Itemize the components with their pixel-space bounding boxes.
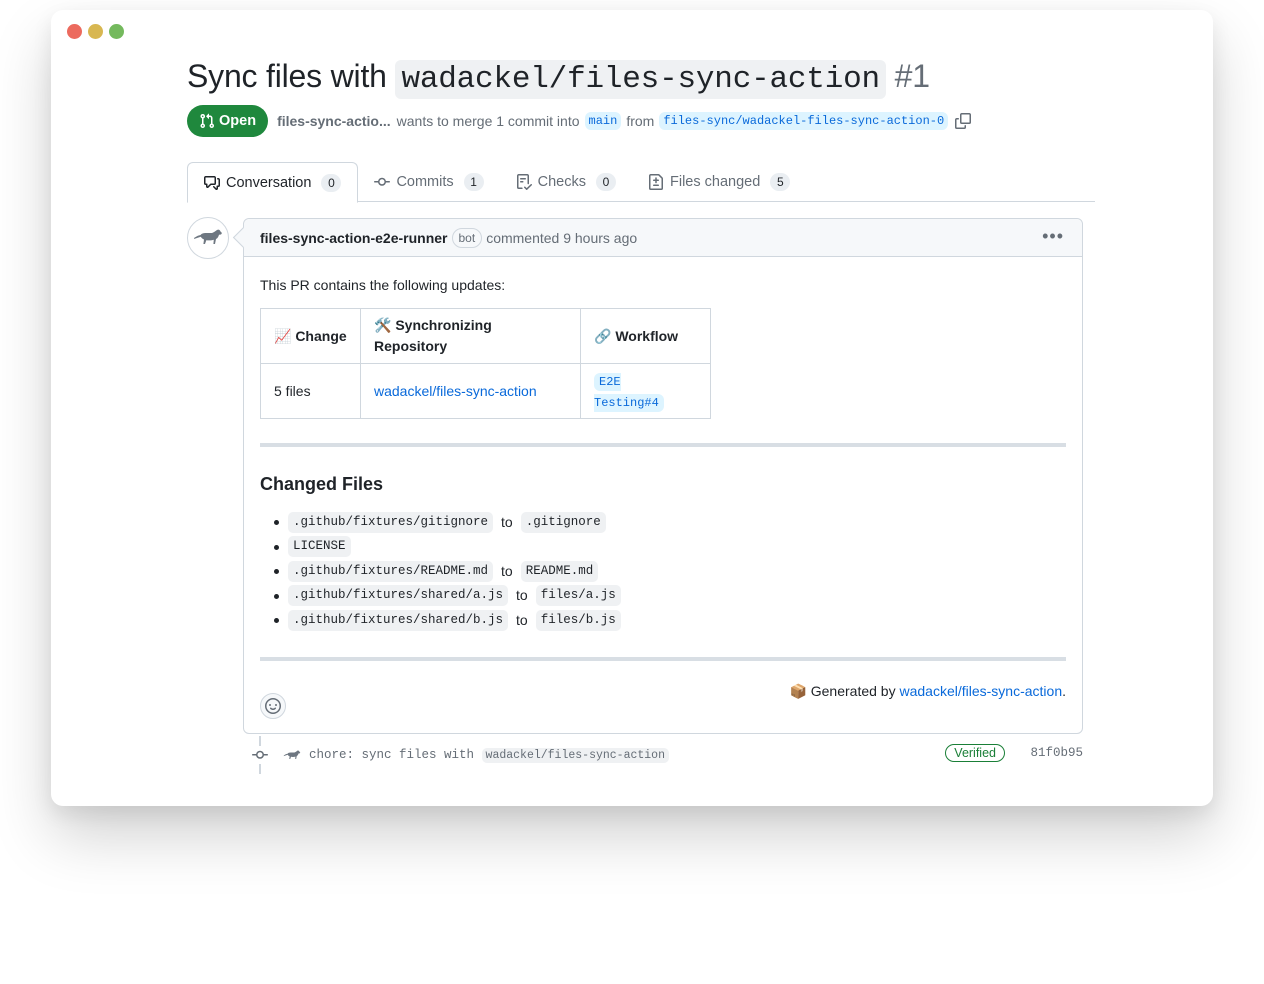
pr-number: #1 (894, 58, 930, 94)
status-label: Open (219, 113, 257, 129)
tab-label: Conversation (226, 174, 312, 191)
window-controls (67, 24, 124, 39)
dachshund-icon (194, 229, 222, 244)
commit-row: chore: sync files with wadackel/files-sy… (251, 744, 1083, 766)
to-word: to (501, 513, 513, 530)
comment-author-link[interactable]: files-sync-action-e2e-runner (260, 230, 448, 246)
comment-timestamp[interactable]: commented 9 hours ago (486, 230, 637, 246)
pr-tabs: Conversation 0 Commits 1 Checks 0 Files … (187, 162, 1095, 203)
commit-message-code: wadackel/files-sync-action (481, 748, 669, 763)
copy-icon[interactable] (955, 113, 972, 129)
to-word: to (501, 562, 513, 579)
comment-box: files-sync-action-e2e-runner bot comment… (243, 218, 1083, 734)
generated-prefix: 📦 Generated by (789, 682, 900, 699)
table-row: 5 files wadackel/files-sync-action E2E T… (260, 363, 711, 419)
workflow-link[interactable]: E2E Testing#4 (594, 373, 664, 412)
generated-by-link[interactable]: wadackel/files-sync-action (899, 683, 1062, 699)
bot-badge: bot (451, 227, 483, 248)
tab-label: Files changed (670, 174, 761, 190)
divider (260, 656, 1066, 661)
comment-discussion-icon (204, 175, 220, 190)
comment-intro: This PR contains the following updates: (260, 277, 506, 293)
pr-meta: Open files-sync-actio... wants to merge … (187, 105, 972, 137)
file-source: .github/fixtures/README.md (288, 560, 494, 582)
file-source: LICENSE (288, 536, 351, 558)
changed-files-list: .github/fixtures/gitignore to .gitignore L… (260, 510, 1066, 633)
head-branch-link[interactable]: files-sync/wadackel-files-sync-action-0 (659, 112, 949, 130)
table-cell-change: 5 files (260, 363, 361, 419)
git-pull-request-icon (200, 113, 215, 129)
list-item: .github/fixtures/gitignore to .gitignore (274, 510, 1066, 535)
tab-counter: 0 (596, 173, 616, 191)
generated-by: 📦 Generated by wadackel/files-sync-actio… (260, 681, 1066, 702)
page-title: Sync files with wadackel/files-sync-acti… (187, 58, 930, 99)
list-item: .github/fixtures/shared/a.js to files/a.js (274, 584, 1066, 609)
tab-checks[interactable]: Checks 0 (500, 162, 632, 202)
close-window-button[interactable] (67, 24, 82, 39)
table-cell-workflow: E2E Testing#4 (580, 363, 711, 419)
updates-table: 📈 Change 🛠️ Synchronizing Repository 🔗 W… (260, 308, 711, 419)
from-text: from (626, 113, 655, 129)
repository-link[interactable]: wadackel/files-sync-action (374, 383, 537, 399)
avatar[interactable] (187, 217, 229, 259)
minimize-window-button[interactable] (88, 24, 103, 39)
verified-badge[interactable]: Verified (945, 744, 1005, 762)
divider (260, 443, 1066, 447)
file-target: files/a.js (535, 585, 621, 607)
to-word: to (516, 587, 528, 604)
tab-counter: 0 (321, 173, 342, 192)
smiley-icon (265, 698, 281, 714)
file-diff-icon (649, 174, 663, 190)
checklist-icon (516, 174, 532, 190)
list-item: LICENSE (274, 535, 1066, 560)
file-source: .github/fixtures/shared/a.js (288, 585, 509, 607)
file-target: .gitignore (520, 511, 606, 533)
table-header-repository: 🛠️ Synchronizing Repository (360, 308, 581, 364)
git-commit-icon (251, 746, 269, 764)
tab-counter: 1 (463, 173, 484, 191)
tab-conversation[interactable]: Conversation 0 (187, 162, 359, 203)
merge-text: wants to merge 1 commit into (396, 113, 580, 129)
table-cell-repo: wadackel/files-sync-action (360, 363, 581, 419)
list-item: .github/fixtures/README.md to README.md (274, 559, 1066, 584)
maximize-window-button[interactable] (109, 24, 124, 39)
commit-message-link[interactable]: chore: sync files with wadackel/files-sy… (309, 748, 669, 763)
file-target: files/b.js (535, 609, 621, 631)
commit-message: chore: sync files with (309, 748, 475, 762)
table-header-workflow: 🔗 Workflow (580, 308, 711, 364)
comment-header: files-sync-action-e2e-runner bot comment… (244, 219, 1082, 257)
status-badge: Open (187, 105, 269, 137)
comment-body: This PR contains the following updates: … (244, 257, 1082, 718)
title-code: wadackel/files-sync-action (395, 60, 886, 99)
tab-counter: 5 (770, 173, 791, 191)
to-word: to (516, 611, 528, 628)
browser-window: Sync files with wadackel/files-sync-acti… (51, 10, 1213, 806)
tab-label: Checks (537, 174, 586, 190)
git-commit-icon (374, 177, 391, 186)
tab-files-changed[interactable]: Files changed 5 (632, 162, 806, 202)
generated-suffix: . (1062, 682, 1066, 699)
pr-author-link[interactable]: files-sync-actio... (277, 113, 391, 129)
title-text: Sync files with (187, 58, 396, 94)
file-source: .github/fixtures/shared/b.js (288, 609, 509, 631)
add-reaction-button[interactable] (260, 693, 286, 719)
kebab-horizontal-icon[interactable]: ••• (1042, 227, 1064, 245)
commit-author-avatar-icon[interactable] (283, 749, 301, 762)
table-header-change: 📈 Change (260, 308, 361, 364)
changed-files-heading: Changed Files (260, 474, 384, 494)
commit-sha-link[interactable]: 81f0b95 (1030, 746, 1083, 760)
file-target: README.md (520, 560, 599, 582)
base-branch-link[interactable]: main (584, 112, 622, 130)
list-item: .github/fixtures/shared/b.js to files/b.js (274, 608, 1066, 633)
tab-label: Commits (396, 174, 454, 190)
tab-commits[interactable]: Commits 1 (358, 162, 499, 202)
file-source: .github/fixtures/gitignore (288, 511, 494, 533)
